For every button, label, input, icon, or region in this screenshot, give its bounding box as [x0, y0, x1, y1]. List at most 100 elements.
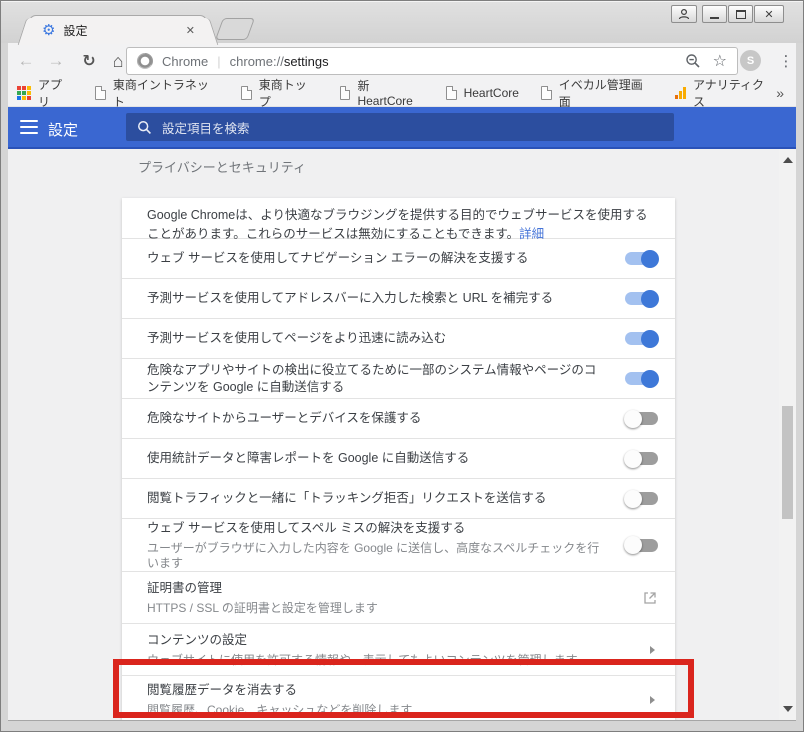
toggle-switch[interactable]	[625, 252, 658, 265]
toggle-switch[interactable]	[625, 492, 658, 505]
reload-icon: ↻	[82, 51, 95, 71]
toggle-switch[interactable]	[625, 372, 658, 385]
toggle-knob	[641, 330, 659, 348]
bookmark-label: アナリティクス	[693, 76, 774, 110]
toggle-knob	[624, 536, 642, 554]
search-icon	[137, 120, 152, 135]
toggle-switch[interactable]	[625, 412, 658, 425]
row-label: ウェブ サービスを使用してナビゲーション エラーの解決を支援する	[147, 250, 601, 267]
minimize-button[interactable]	[702, 5, 727, 23]
back-icon: ←	[18, 51, 35, 71]
page-icon	[541, 86, 552, 100]
home-icon: ⌂	[113, 51, 124, 72]
toggle-knob	[624, 490, 642, 508]
maximize-button[interactable]	[728, 5, 753, 23]
bookmark-item[interactable]: 東商トップ	[241, 76, 318, 110]
bookmark-item[interactable]: 東商イントラネット	[95, 76, 219, 110]
toggle-knob	[641, 290, 659, 308]
navigation-toolbar: ← → ↻ ⌂ Chrome | chrome:// settings ☆ S …	[8, 43, 796, 79]
profile-button[interactable]	[671, 5, 697, 23]
row-sublabel: ユーザーがブラウザに入力した内容を Google に送信し、高度なスペルチェック…	[147, 541, 601, 571]
new-tab-button[interactable]	[215, 18, 255, 40]
scroll-down-arrow-icon[interactable]	[783, 706, 793, 712]
reload-button[interactable]: ↻	[76, 48, 102, 74]
section-title: プライバシーとセキュリティ	[138, 157, 306, 176]
forward-button[interactable]: →	[43, 48, 69, 74]
setting-row-preload: 予測サービスを使用してページをより迅速に読み込む	[122, 318, 675, 358]
bookmark-item[interactable]: 新HeartCore	[340, 77, 424, 108]
setting-row-usage-stats: 使用統計データと障害レポートを Google に自動送信する	[122, 438, 675, 478]
maximize-icon	[736, 10, 746, 19]
title-bar: ⚙ 設定 ✕ ✕	[1, 1, 803, 43]
setting-row-content-settings[interactable]: コンテンツの設定 ウェブサイトに使用を許可する情報や、表示してもよいコンテンツを…	[122, 623, 675, 675]
setting-row-clear-browsing-data[interactable]: 閲覧履歴データを消去する 閲覧履歴、Cookie、キャッシュなどを削除します	[122, 675, 675, 721]
toggle-knob	[641, 370, 659, 388]
url-divider: |	[217, 54, 220, 69]
address-bar[interactable]: Chrome | chrome:// settings ☆	[126, 47, 738, 75]
bookmark-label: イベカル管理画面	[559, 76, 653, 110]
scrollbar-thumb[interactable]	[782, 406, 793, 519]
toggle-knob	[641, 250, 659, 268]
setting-row-spellcheck: ウェブ サービスを使用してスペル ミスの解決を支援する ユーザーがブラウザに入力…	[122, 518, 675, 571]
browser-window: ⚙ 設定 ✕ ✕ ← → ↻ ⌂ Chrome | chrome:// sett…	[0, 0, 804, 732]
bookmark-label: 新HeartCore	[357, 77, 423, 108]
bookmark-apps[interactable]: アプリ	[17, 76, 73, 110]
bookmark-analytics[interactable]: アナリティクス	[675, 76, 774, 110]
bookmark-label: 東商トップ	[259, 76, 318, 110]
close-icon: ✕	[764, 8, 773, 21]
bookmark-star-icon[interactable]: ☆	[713, 51, 727, 71]
row-sublabel: ウェブサイトに使用を許可する情報や、表示してもよいコンテンツを管理します	[147, 653, 601, 668]
toggle-switch[interactable]	[625, 332, 658, 345]
url-engine-label: Chrome	[162, 54, 208, 69]
url-scheme: chrome://	[230, 54, 284, 69]
forward-icon: →	[48, 51, 65, 71]
menu-hamburger-icon[interactable]	[20, 120, 38, 134]
page-icon	[340, 86, 351, 100]
settings-header: 設定 設定項目を検索	[8, 107, 796, 149]
bookmark-item[interactable]: イベカル管理画面	[541, 76, 653, 110]
setting-row-certificates[interactable]: 証明書の管理 HTTPS / SSL の証明書と設定を管理します	[122, 571, 675, 623]
bookmark-label: アプリ	[38, 76, 73, 110]
row-sublabel: HTTPS / SSL の証明書と設定を管理します	[147, 601, 601, 616]
apps-grid-icon	[17, 86, 31, 100]
bookmark-label: HeartCore	[464, 86, 519, 100]
person-icon	[678, 8, 690, 20]
learn-more-link[interactable]: 詳細	[519, 227, 544, 241]
setting-row-safe-browsing: 危険なサイトからユーザーとデバイスを保護する	[122, 398, 675, 438]
row-label: 証明書の管理	[147, 580, 601, 597]
analytics-icon	[675, 87, 686, 99]
row-label: 危険なアプリやサイトの検出に役立てるために一部のシステム情報やページのコンテンツ…	[147, 362, 601, 396]
bookmarks-bar: アプリ 東商イントラネット 東商トップ 新HeartCore HeartCore…	[8, 79, 796, 107]
bookmark-item[interactable]: HeartCore	[446, 86, 519, 100]
gear-icon: ⚙	[42, 23, 55, 38]
row-label: 予測サービスを使用してページをより迅速に読み込む	[147, 330, 601, 347]
toggle-switch[interactable]	[625, 539, 658, 552]
tab-settings[interactable]: ⚙ 設定 ✕	[29, 15, 207, 44]
setting-row-do-not-track: 閲覧トラフィックと一緒に「トラッキング拒否」リクエストを送信する	[122, 478, 675, 518]
page-icon	[446, 86, 457, 100]
chrome-logo-icon	[137, 53, 153, 69]
toggle-knob	[624, 450, 642, 468]
scrollbar[interactable]	[779, 149, 796, 720]
row-label: ウェブ サービスを使用してスペル ミスの解決を支援する	[147, 520, 601, 537]
scroll-up-arrow-icon[interactable]	[783, 157, 793, 163]
toggle-switch[interactable]	[625, 292, 658, 305]
tab-close-icon[interactable]: ✕	[183, 22, 198, 39]
settings-title: 設定	[48, 119, 78, 140]
chevron-right-icon	[650, 646, 655, 654]
back-button[interactable]: ←	[13, 48, 39, 74]
setting-row-report-content: 危険なアプリやサイトの検出に役立てるために一部のシステム情報やページのコンテンツ…	[122, 358, 675, 398]
browser-menu-button[interactable]: ⋮	[774, 47, 798, 75]
page-icon	[95, 86, 106, 100]
bookmark-label: 東商イントラネット	[113, 76, 219, 110]
privacy-settings-card: Google Chromeは、より快適なブラウジングを提供する目的でウェブサービ…	[122, 198, 675, 720]
extension-badge[interactable]: S	[740, 50, 761, 71]
zoom-out-icon[interactable]	[685, 53, 701, 69]
minimize-icon	[710, 17, 719, 19]
toggle-switch[interactable]	[625, 452, 658, 465]
launch-external-icon	[643, 591, 657, 605]
setting-row-navigation-errors: ウェブ サービスを使用してナビゲーション エラーの解決を支援する	[122, 238, 675, 278]
settings-search-input[interactable]: 設定項目を検索	[126, 113, 674, 141]
close-window-button[interactable]: ✕	[754, 5, 784, 23]
bookmarks-overflow-chevron[interactable]: »	[776, 85, 784, 101]
